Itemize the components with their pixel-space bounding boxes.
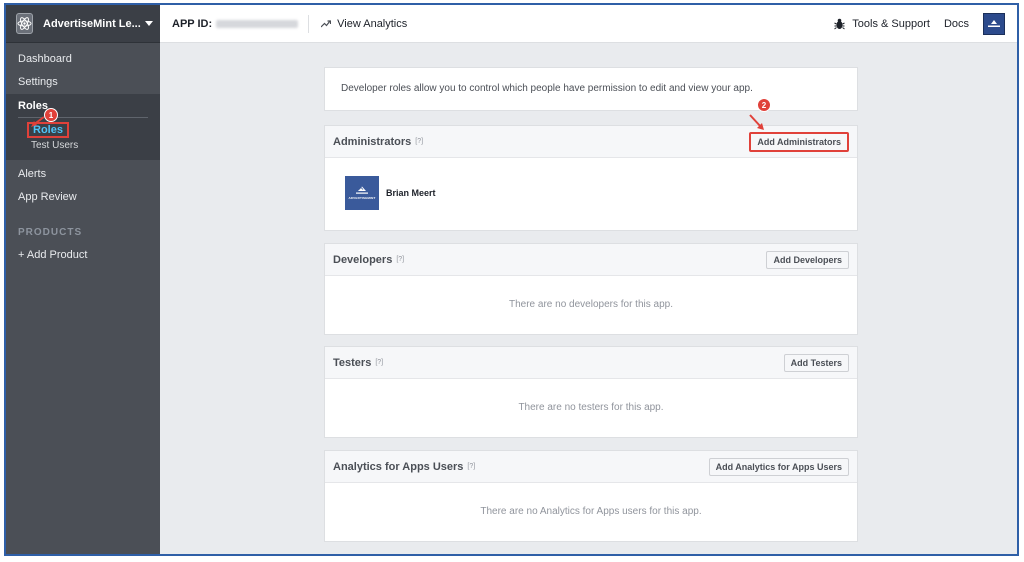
step-badge-2: 2 [757, 98, 771, 112]
app-id-value-redacted [216, 19, 299, 28]
bug-icon [834, 18, 846, 29]
intro-card: Developer roles allow you to control whi… [324, 67, 858, 111]
top-bar: APP ID: View Analytics Tools & Support D… [160, 5, 1017, 43]
testers-header: Testers [?] Add Testers [325, 347, 857, 379]
docs-link[interactable]: Docs [944, 18, 969, 30]
administrators-header: Administrators [?] Add Administrators [325, 126, 857, 158]
add-analytics-users-button[interactable]: Add Analytics for Apps Users [708, 457, 849, 476]
analytics-users-header: Analytics for Apps Users [?] Add Analyti… [325, 451, 857, 483]
developers-title: Developers [333, 253, 393, 266]
sidebar-item-dashboard[interactable]: Dashboard [6, 48, 160, 71]
tools-support-label: Tools & Support [852, 17, 930, 30]
analytics-users-empty-text: There are no Analytics for Apps users fo… [480, 506, 702, 517]
admin-avatar[interactable]: ADVERTISEMINT [345, 176, 379, 210]
add-administrators-button[interactable]: Add Administrators [749, 131, 849, 152]
sidebar-item-settings[interactable]: Settings [6, 71, 160, 94]
sidebar-item-alerts[interactable]: Alerts [6, 163, 160, 186]
avatar[interactable] [983, 12, 1005, 35]
trend-icon [321, 19, 332, 27]
sidebar-item-app-review[interactable]: App Review [6, 186, 160, 209]
main-content: Developer roles allow you to control whi… [160, 43, 1017, 554]
app-id-label: APP ID: [172, 17, 213, 30]
testers-empty-text: There are no testers for this app. [518, 402, 664, 413]
add-developers-button[interactable]: Add Developers [766, 250, 849, 269]
arrow-icon [31, 116, 45, 127]
app-frame: AdvertiseMint Le... Dashboard Settings R… [4, 3, 1019, 556]
add-testers-button[interactable]: Add Testers [783, 353, 849, 372]
analytics-users-title: Analytics for Apps Users [333, 460, 464, 473]
divider [308, 14, 310, 33]
step-badge-1: 1 [44, 108, 58, 122]
view-analytics-label: View Analytics [337, 17, 408, 30]
chevron-down-icon[interactable] [144, 21, 153, 26]
testers-card: Testers [?] Add Testers There are no tes… [324, 346, 858, 438]
developers-card: Developers [?] Add Developers There are … [324, 243, 858, 335]
sidebar: AdvertiseMint Le... Dashboard Settings R… [6, 5, 160, 554]
view-analytics-link[interactable]: View Analytics [321, 18, 407, 30]
help-icon[interactable]: [?] [396, 256, 404, 263]
analytics-users-card: Analytics for Apps Users [?] Add Analyti… [324, 450, 858, 542]
sidebar-group-roles: Roles Roles Test Users 1 [6, 94, 160, 160]
admin-name[interactable]: Brian Meert [386, 188, 436, 198]
atom-icon [16, 13, 33, 34]
help-icon[interactable]: [?] [375, 359, 383, 366]
tools-support-link[interactable]: Tools & Support [834, 18, 930, 30]
testers-title: Testers [333, 356, 372, 369]
sidebar-item-roles[interactable]: Roles [6, 98, 160, 114]
app-switcher[interactable]: AdvertiseMint Le... [6, 5, 160, 43]
sidebar-subitem-test-users[interactable]: Test Users [6, 138, 160, 153]
intro-text: Developer roles allow you to control whi… [341, 83, 753, 94]
admin-row: ADVERTISEMINT Brian Meert [325, 158, 857, 228]
developers-empty-text: There are no developers for this app. [509, 299, 673, 310]
products-heading: PRODUCTS [18, 227, 83, 238]
developers-header: Developers [?] Add Developers [325, 244, 857, 276]
help-icon[interactable]: [?] [415, 138, 423, 145]
administrators-title: Administrators [333, 135, 412, 148]
arrow-icon [749, 114, 764, 130]
help-icon[interactable]: [?] [467, 463, 475, 470]
admin-logo-text: ADVERTISEMINT [348, 196, 376, 200]
administrators-card: Administrators [?] Add Administrators AD… [324, 125, 858, 231]
app-name: AdvertiseMint Le... [43, 17, 141, 30]
add-product-link[interactable]: + Add Product [6, 244, 160, 267]
